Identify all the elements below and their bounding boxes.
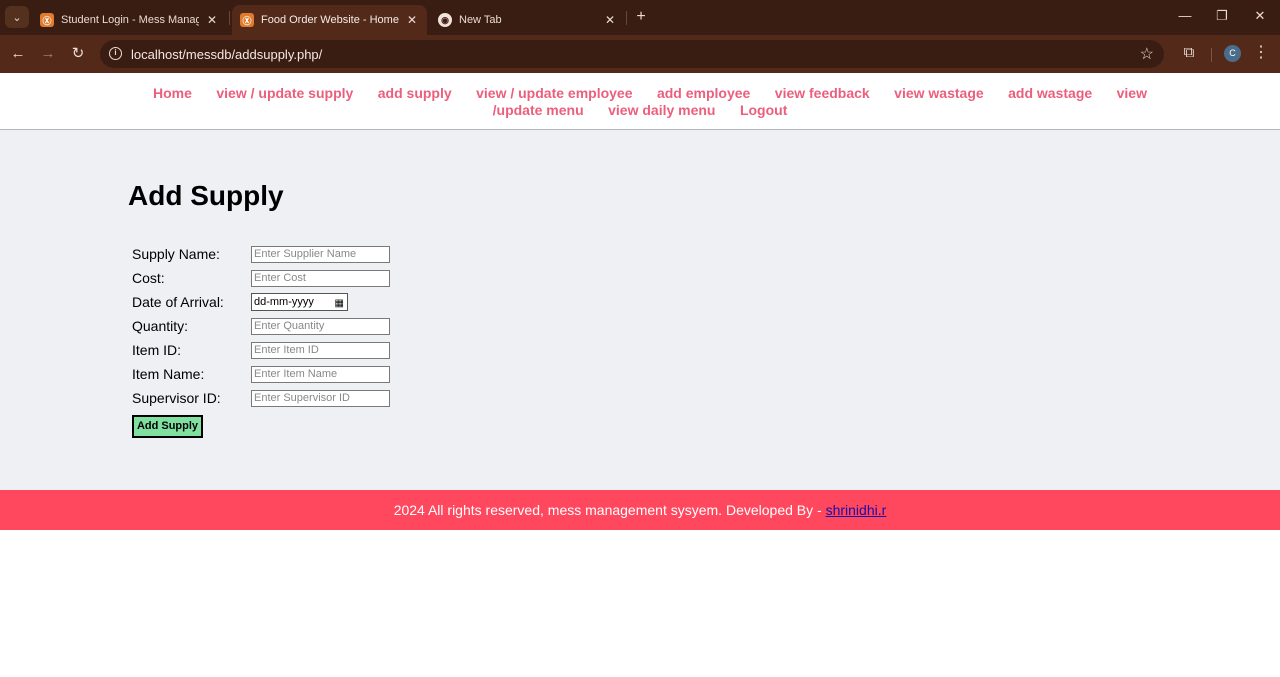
nav-link-view-update-employee[interactable]: view / update employee — [476, 85, 632, 101]
add-supply-button[interactable]: Add Supply — [132, 415, 203, 438]
site-footer: 2024 All rights reserved, mess managemen… — [0, 490, 1280, 530]
browser-toolbar: ← → ↻ i localhost/messdb/addsupply.php/ … — [0, 35, 1280, 73]
date-value: dd-mm-yyyy — [254, 296, 314, 308]
nav-link-view-feedback[interactable]: view feedback — [775, 85, 870, 101]
nav-link-add-wastage[interactable]: add wastage — [1008, 85, 1092, 101]
bookmark-star-icon[interactable]: ☆ — [1140, 44, 1154, 64]
footer-text: 2024 All rights reserved, mess managemen… — [393, 502, 826, 518]
address-bar[interactable]: i localhost/messdb/addsupply.php/ ☆ — [100, 40, 1164, 68]
calendar-icon[interactable]: ▦ — [335, 296, 344, 312]
close-icon[interactable]: ✕ — [407, 13, 417, 27]
quantity-input[interactable]: Enter Quantity — [251, 318, 390, 335]
nav-link-view-wastage[interactable]: view wastage — [894, 85, 984, 101]
footer-author-link[interactable]: shrinidhi.r — [826, 502, 887, 518]
quantity-label: Quantity: — [132, 318, 189, 334]
cost-input[interactable]: Enter Cost — [251, 270, 390, 287]
tab-title: Food Order Website - Home Pa — [261, 14, 399, 26]
menu-kebab-icon[interactable]: ⋮ — [1253, 43, 1269, 63]
profile-avatar[interactable]: C — [1224, 45, 1241, 62]
close-icon[interactable]: ✕ — [207, 13, 217, 27]
tab-title: Student Login - Mess Managem — [61, 14, 199, 26]
tab-food-order-website[interactable]: Ⓧ Food Order Website - Home Pa ✕ — [232, 5, 427, 35]
supervisor-id-input[interactable]: Enter Supervisor ID — [251, 390, 390, 407]
site-navigation: Home view / update supply add supply vie… — [0, 73, 1280, 130]
supply-name-label: Supply Name: — [132, 246, 220, 262]
toolbar-separator — [1211, 48, 1212, 62]
cost-label: Cost: — [132, 270, 165, 286]
nav-link-logout[interactable]: Logout — [740, 102, 787, 118]
tab-separator — [626, 11, 627, 25]
supply-name-input[interactable]: Enter Supplier Name — [251, 246, 390, 263]
back-icon[interactable]: ← — [8, 44, 28, 64]
tab-search-button[interactable]: ⌄ — [5, 6, 29, 28]
restore-icon[interactable]: ❐ — [1212, 8, 1232, 24]
item-id-input[interactable]: Enter Item ID — [251, 342, 390, 359]
tab-student-login[interactable]: Ⓧ Student Login - Mess Managem ✕ — [32, 5, 225, 35]
nav-link-view-daily-menu[interactable]: view daily menu — [608, 102, 715, 118]
nav-link-view-update-supply[interactable]: view / update supply — [216, 85, 353, 101]
chrome-icon: ◉ — [438, 13, 452, 27]
reload-icon[interactable]: ↻ — [68, 44, 88, 64]
xampp-icon: Ⓧ — [40, 13, 54, 27]
nav-links: Home view / update supply add supply vie… — [130, 85, 1160, 119]
tab-title: New Tab — [459, 14, 502, 26]
tab-separator — [229, 11, 230, 25]
site-info-icon[interactable]: i — [109, 47, 122, 60]
browser-tab-strip: ⌄ Ⓧ Student Login - Mess Managem ✕ Ⓧ Foo… — [0, 0, 1280, 35]
new-tab-icon[interactable]: + — [632, 7, 650, 27]
minimize-icon[interactable]: — — [1175, 8, 1195, 23]
tab-new-tab[interactable]: ◉ New Tab ✕ — [430, 5, 623, 35]
item-name-input[interactable]: Enter Item Name — [251, 366, 390, 383]
close-icon[interactable]: ✕ — [605, 13, 615, 27]
nav-link-add-supply[interactable]: add supply — [378, 85, 452, 101]
item-id-label: Item ID: — [132, 342, 182, 358]
main-content: Add Supply Supply Name: Enter Supplier N… — [0, 130, 1280, 490]
item-name-label: Item Name: — [132, 366, 205, 382]
date-of-arrival-input[interactable]: dd-mm-yyyy ▦ — [251, 293, 348, 311]
page-title: Add Supply — [128, 180, 284, 211]
supervisor-id-label: Supervisor ID: — [132, 390, 221, 406]
forward-icon[interactable]: → — [38, 44, 58, 64]
web-page: Home view / update supply add supply vie… — [0, 73, 1280, 677]
nav-link-home[interactable]: Home — [153, 85, 192, 101]
close-window-icon[interactable]: ✕ — [1250, 8, 1270, 24]
url-text[interactable]: localhost/messdb/addsupply.php/ — [131, 47, 322, 62]
date-of-arrival-label: Date of Arrival: — [132, 294, 224, 310]
nav-link-add-employee[interactable]: add employee — [657, 85, 750, 101]
xampp-icon: Ⓧ — [240, 13, 254, 27]
extensions-icon[interactable]: ⧉ — [1180, 44, 1198, 62]
